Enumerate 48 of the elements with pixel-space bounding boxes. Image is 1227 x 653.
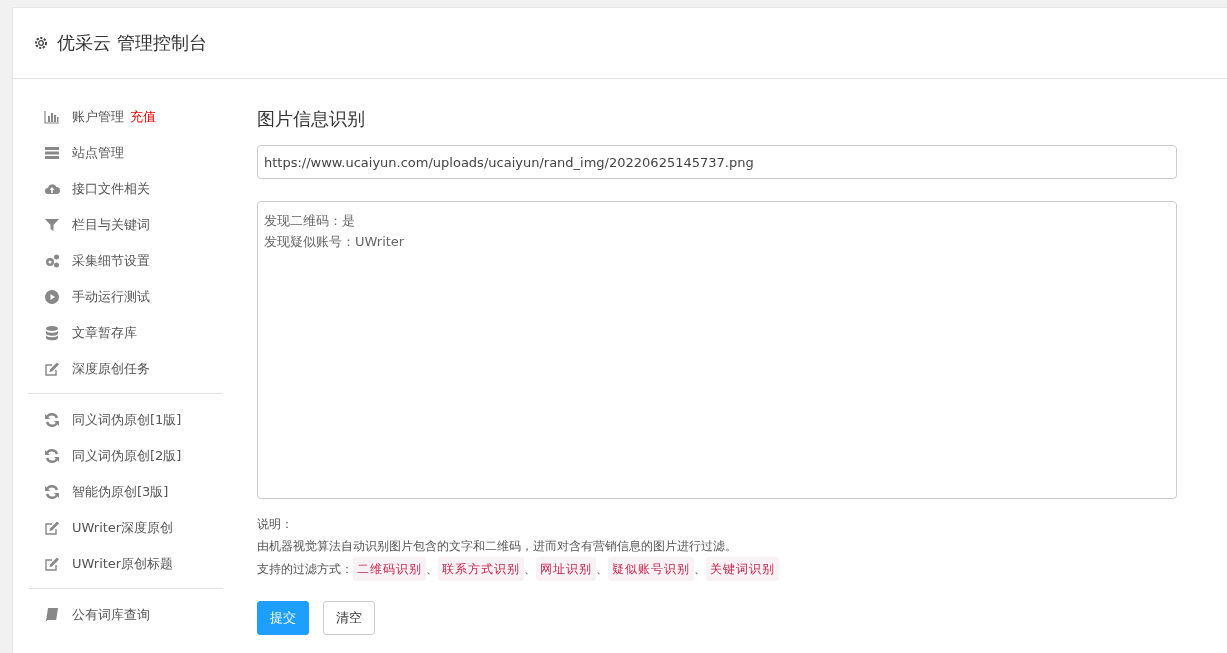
sidebar-item[interactable]: UWriter原创标题 <box>72 555 174 573</box>
note-text: 由机器视觉算法自动识别图片包含的文字和二维码，进而对含有营销信息的图片进行过滤。 <box>257 538 738 555</box>
settings-icon <box>33 35 49 51</box>
note-heading: 说明： <box>257 516 294 533</box>
sidebar-item[interactable]: UWriter深度原创 <box>72 519 174 537</box>
book-icon <box>44 607 60 623</box>
bar-chart-icon <box>44 109 60 125</box>
refresh-icon <box>44 484 60 500</box>
recharge-link[interactable]: 充值 <box>130 108 156 126</box>
edit-icon <box>44 361 60 377</box>
sidebar-item[interactable]: 公有词库查询 <box>72 606 150 624</box>
console-title: 优采云 管理控制台 <box>57 31 207 55</box>
play-icon <box>44 289 60 305</box>
separator: 、 <box>524 561 536 578</box>
edit-icon <box>44 520 60 536</box>
sidebar-item[interactable]: 站点管理 <box>72 144 124 162</box>
separator: 、 <box>694 561 706 578</box>
sidebar-item[interactable]: 采集细节设置 <box>72 252 150 270</box>
server-icon <box>44 145 60 161</box>
sidebar-item[interactable]: 账户管理 <box>72 108 124 126</box>
filter-icon <box>44 217 60 233</box>
filter-method-tag: 二维码识别 <box>353 557 426 581</box>
filter-method-tag: 关键词识别 <box>706 557 779 581</box>
filter-method-tag: 网址识别 <box>536 557 596 581</box>
database-icon <box>44 325 60 341</box>
separator: 、 <box>426 561 438 578</box>
refresh-icon <box>44 412 60 428</box>
result-line: 发现疑似账号：UWriter <box>264 233 405 251</box>
sidebar-item[interactable]: 智能伪原创[3版] <box>72 483 169 501</box>
result-field[interactable]: 发现二维码：是 发现疑似账号：UWriter <box>257 201 1177 499</box>
sidebar-item[interactable]: 手动运行测试 <box>72 288 150 306</box>
page-title: 图片信息识别 <box>257 107 366 131</box>
sidebar-item[interactable]: 同义词伪原创[1版] <box>72 411 182 429</box>
edit-icon <box>44 556 60 572</box>
sidebar-item[interactable]: 文章暂存库 <box>72 324 137 342</box>
methods-label: 支持的过滤方式： <box>257 561 353 578</box>
result-line: 发现二维码：是 <box>264 212 355 230</box>
sidebar-item[interactable]: 栏目与关键词 <box>72 216 150 234</box>
refresh-icon <box>44 448 60 464</box>
sidebar-item[interactable]: 同义词伪原创[2版] <box>72 447 182 465</box>
separator: 、 <box>596 561 608 578</box>
sidebar-item[interactable]: 接口文件相关 <box>72 180 150 198</box>
cloud-upload-icon <box>44 181 60 197</box>
url-field[interactable]: https://www.ucaiyun.com/uploads/ucaiyun/rand_img/20220625145737.png <box>257 145 1177 179</box>
filter-method-tag: 疑似账号识别 <box>608 557 694 581</box>
clear-button[interactable]: 清空 <box>323 601 375 635</box>
sidebar-item[interactable]: 深度原创任务 <box>72 360 150 378</box>
filter-method-tag: 联系方式识别 <box>438 557 524 581</box>
